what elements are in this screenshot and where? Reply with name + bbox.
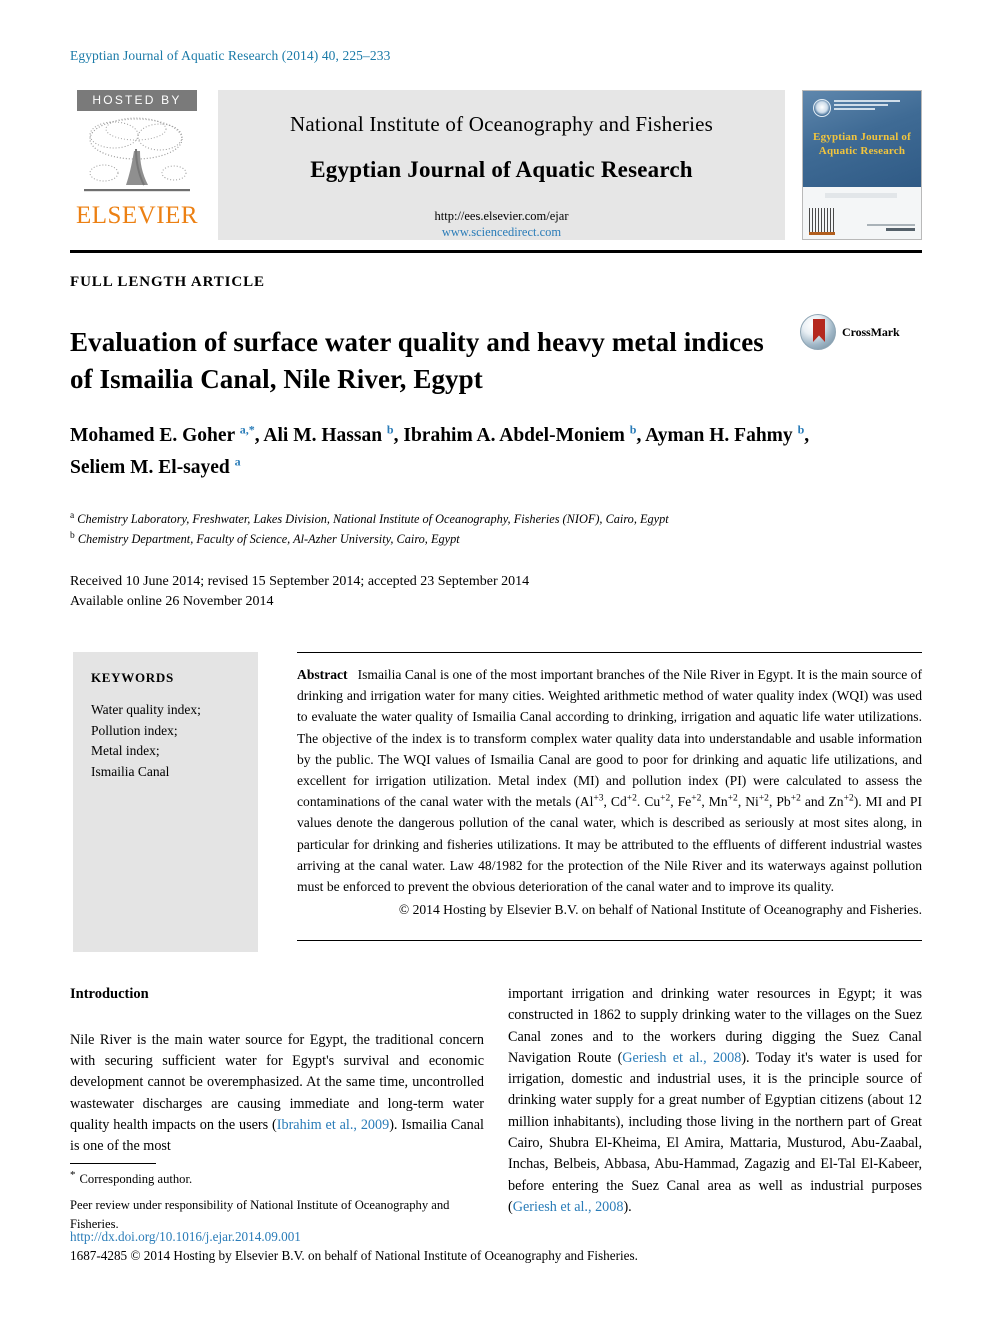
journal-title: Egyptian Journal of Aquatic Research bbox=[310, 157, 693, 182]
abstract-sep: , Ni bbox=[737, 794, 759, 810]
abstract-metal-charge: +2 bbox=[790, 793, 801, 804]
body-column-left: Introduction Nile River is the main wate… bbox=[70, 984, 484, 1158]
issn-copyright-line: 1687-4285 © 2014 Hosting by Elsevier B.V… bbox=[70, 1247, 638, 1263]
abstract-label: Abstract bbox=[297, 667, 348, 682]
publication-footer: http://dx.doi.org/10.1016/j.ejar.2014.09… bbox=[70, 1228, 870, 1265]
cover-bottom-panel bbox=[803, 187, 921, 239]
abstract-metal-charge: +2 bbox=[727, 793, 738, 804]
crossmark-circle-icon bbox=[800, 314, 836, 350]
abstract-metal-charge: +2 bbox=[660, 793, 671, 804]
citation-link[interactable]: Geriesh et al., 2008 bbox=[622, 1050, 741, 1066]
journal-masthead: HOSTED BY ELSEVIER National Institute of… bbox=[70, 90, 922, 242]
cover-title-line2: Aquatic Research bbox=[818, 144, 906, 157]
abstract-bottom-rule bbox=[297, 940, 922, 941]
cover-publisher-logo bbox=[867, 224, 915, 233]
intro-right-c: ). bbox=[623, 1198, 632, 1215]
cover-top-panel: Egyptian Journal of Aquatic Research bbox=[803, 91, 921, 187]
affiliations: a Chemistry Laboratory, Freshwater, Lake… bbox=[70, 509, 870, 549]
sciencedirect-url[interactable]: www.sciencedirect.com bbox=[218, 225, 785, 240]
keywords-list: Water quality index; Pollution index; Me… bbox=[73, 686, 258, 782]
asterisk-icon: * bbox=[70, 1169, 76, 1181]
affiliation-b-text: Chemistry Department, Faculty of Science… bbox=[77, 531, 460, 546]
running-head: Egyptian Journal of Aquatic Research (20… bbox=[70, 48, 391, 63]
page-title: Evaluation of surface water quality and … bbox=[70, 327, 764, 395]
abstract-text-1: Ismailia Canal is one of the most import… bbox=[297, 667, 922, 810]
elsevier-logo-block: HOSTED BY ELSEVIER bbox=[70, 90, 204, 240]
abstract-sep: , Pb bbox=[768, 794, 791, 810]
affiliation-a: a Chemistry Laboratory, Freshwater, Lake… bbox=[70, 511, 669, 527]
intro-paragraph-right: important irrigation and drinking water … bbox=[508, 984, 922, 1218]
footnote-divider bbox=[70, 1163, 156, 1164]
author-list: Mohamed E. Goher a,*, Ali M. Hassan b, I… bbox=[70, 422, 810, 478]
abstract-top-rule bbox=[297, 652, 922, 653]
institute-name: National Institute of Oceanography and F… bbox=[289, 112, 714, 136]
hosted-by-label: HOSTED BY bbox=[77, 90, 197, 111]
intro-right-b: ). Today it's water is used for irrigati… bbox=[508, 1049, 922, 1215]
crossmark-label: CrossMark bbox=[842, 325, 900, 339]
keyword-item: Ismailia Canal bbox=[91, 763, 170, 779]
journal-article-page: Egyptian Journal of Aquatic Research (20… bbox=[0, 0, 992, 1323]
crossmark-badge[interactable]: CrossMark bbox=[800, 314, 910, 354]
cover-placeholder-line bbox=[825, 193, 897, 198]
abstract-metal-charge: +2 bbox=[691, 793, 702, 804]
article-history: Received 10 June 2014; revised 15 Septem… bbox=[70, 572, 630, 613]
abstract-sep: , Cd bbox=[603, 794, 627, 810]
affiliation-a-text: Chemistry Laboratory, Freshwater, Lakes … bbox=[77, 512, 669, 527]
cover-title-line1: Egyptian Journal of bbox=[813, 131, 911, 143]
corresponding-author-text: Corresponding author. bbox=[79, 1172, 193, 1187]
barcode-icon bbox=[809, 208, 835, 235]
abstract-section: Abstract Ismailia Canal is one of the mos… bbox=[297, 664, 922, 920]
body-column-right: important irrigation and drinking water … bbox=[508, 984, 922, 1218]
doi-link[interactable]: http://dx.doi.org/10.1016/j.ejar.2014.09… bbox=[70, 1228, 870, 1247]
keyword-item: Metal index; bbox=[91, 743, 160, 759]
elsevier-tree-icon bbox=[78, 115, 196, 201]
submission-url[interactable]: http://ees.elsevier.com/ejar bbox=[218, 209, 785, 224]
abstract-metal-charge: +2 bbox=[626, 793, 637, 804]
journal-banner: National Institute of Oceanography and F… bbox=[218, 90, 785, 240]
citation-link[interactable]: Ibrahim et al., 2009 bbox=[277, 1117, 389, 1133]
corresponding-author-note: * Corresponding author. bbox=[70, 1168, 490, 1188]
received-line: Received 10 June 2014; revised 15 Septem… bbox=[70, 574, 530, 589]
cover-seal-text-lines bbox=[834, 100, 900, 112]
keywords-panel: KEYWORDS Water quality index; Pollution … bbox=[73, 652, 258, 952]
section-heading-introduction: Introduction bbox=[70, 986, 149, 1002]
abstract-metal-charge: +2 bbox=[758, 793, 769, 804]
abstract-paragraph: Abstract Ismailia Canal is one of the mos… bbox=[297, 664, 922, 897]
intro-paragraph-left: Nile River is the main water source for … bbox=[70, 1030, 484, 1158]
abstract-sep: and Zn bbox=[800, 794, 844, 810]
abstract-sep: . Cu bbox=[636, 794, 661, 810]
abstract-copyright: © 2014 Hosting by Elsevier B.V. on behal… bbox=[398, 902, 922, 918]
cover-journal-title: Egyptian Journal of Aquatic Research bbox=[803, 131, 921, 159]
affiliation-b: b Chemistry Department, Faculty of Scien… bbox=[70, 530, 460, 546]
abstract-sep: , Fe bbox=[670, 794, 692, 810]
elsevier-wordmark: ELSEVIER bbox=[75, 202, 199, 229]
available-online-line: Available online 26 November 2014 bbox=[70, 594, 274, 610]
keyword-item: Pollution index; bbox=[91, 722, 178, 738]
journal-cover-thumbnail: Egyptian Journal of Aquatic Research bbox=[802, 90, 922, 240]
article-type-label: FULL LENGTH ARTICLE bbox=[70, 274, 265, 290]
abstract-sep: , Mn bbox=[701, 794, 728, 810]
footnote-block: * Corresponding author. Peer review under… bbox=[70, 1168, 490, 1233]
citation-link[interactable]: Geriesh et al., 2008 bbox=[513, 1199, 624, 1215]
crossmark-ribbon-icon bbox=[813, 319, 825, 342]
masthead-divider bbox=[70, 250, 922, 253]
abstract-metal-charge: +2 bbox=[843, 793, 854, 804]
abstract-metal-charge: +3 bbox=[593, 793, 604, 804]
keywords-heading: KEYWORDS bbox=[91, 670, 174, 685]
keyword-item: Water quality index; bbox=[91, 702, 201, 717]
institute-seal-icon bbox=[813, 99, 831, 117]
